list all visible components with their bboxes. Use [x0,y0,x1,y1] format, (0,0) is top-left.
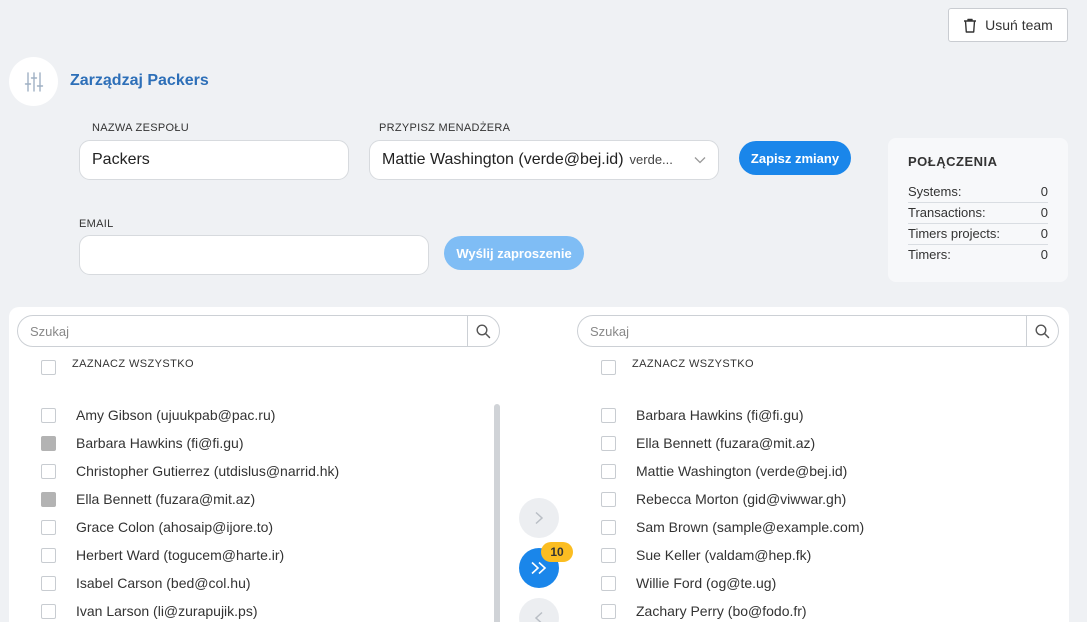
item-label: Mattie Washington (verde@bej.id) [636,463,848,479]
list-item[interactable]: Willie Ford (og@te.ug) [601,573,776,593]
right-search-button[interactable] [1026,316,1058,346]
item-label: Rebecca Morton (gid@viwwar.gh) [636,491,847,507]
connection-row-timers: Timers: 0 [908,247,1048,262]
item-label: Christopher Gutierrez (utdislus@narrid.h… [76,463,340,479]
delete-team-button[interactable]: Usuń team [948,8,1068,42]
item-label: Barbara Hawkins (fi@fi.gu) [76,435,244,451]
list-item[interactable]: Zachary Perry (bo@fodo.fr) [601,601,807,621]
item-checkbox[interactable] [41,491,56,507]
left-search [17,315,500,347]
manager-selected-subtext: verde... [629,152,673,167]
item-checkbox[interactable] [601,407,616,423]
team-settings-icon [9,57,58,106]
list-item[interactable]: Ella Bennett (fuzara@mit.az) [601,433,815,453]
manager-label: PRZYPISZ MENADŻERA [379,122,511,134]
item-checkbox[interactable] [41,547,56,563]
item-checkbox[interactable] [601,547,616,563]
move-all-count-badge: 10 [541,542,573,562]
chevron-left-icon [534,611,543,622]
list-item[interactable]: Sam Brown (sample@example.com) [601,517,864,537]
search-icon [476,323,491,338]
item-label: Amy Gibson (ujuukpab@pac.ru) [76,407,276,423]
list-item[interactable]: Barbara Hawkins (fi@fi.gu) [41,433,244,453]
item-label: Barbara Hawkins (fi@fi.gu) [636,407,804,423]
item-label: Isabel Carson (bed@col.hu) [76,575,251,591]
item-checkbox[interactable] [601,603,616,619]
chevron-down-icon [694,157,706,164]
move-selected-right-button[interactable] [519,498,559,538]
item-label: Ella Bennett (fuzara@mit.az) [76,491,256,507]
connection-row-transactions: Transactions: 0 [908,203,1048,224]
item-checkbox[interactable] [601,519,616,535]
right-search [577,315,1059,347]
email-label: EMAIL [79,218,114,230]
item-label: Willie Ford (og@te.ug) [636,575,777,591]
list-item[interactable]: Ivan Larson (li@zurapujik.ps) [41,601,258,621]
list-item[interactable]: Grace Colon (ahosaip@ijore.to) [41,517,273,537]
connection-row-timers-projects: Timers projects: 0 [908,224,1048,245]
item-checkbox[interactable] [41,603,56,619]
item-checkbox[interactable] [601,491,616,507]
right-select-all-checkbox[interactable] [601,360,616,375]
manager-select[interactable]: Mattie Washington (verde@bej.id) verde..… [369,140,719,180]
list-item[interactable]: Mattie Washington (verde@bej.id) [601,461,847,481]
team-name-label: NAZWA ZESPOŁU [92,122,190,134]
list-item[interactable]: Amy Gibson (ujuukpab@pac.ru) [41,405,275,425]
connection-row-systems: Systems: 0 [908,182,1048,203]
team-name-input[interactable] [79,140,349,180]
delete-team-label: Usuń team [985,17,1053,33]
page-title: Zarządzaj Packers [70,72,209,89]
item-label: Ivan Larson (li@zurapujik.ps) [76,603,258,619]
list-item[interactable]: Christopher Gutierrez (utdislus@narrid.h… [41,461,339,481]
list-item[interactable]: Barbara Hawkins (fi@fi.gu) [601,405,804,425]
item-checkbox[interactable] [41,519,56,535]
save-changes-button[interactable]: Zapisz zmiany [739,141,851,175]
left-search-input[interactable] [18,323,467,339]
list-item[interactable]: Sue Keller (valdam@hep.fk) [601,545,811,565]
list-item[interactable]: Herbert Ward (togucem@harte.ir) [41,545,284,565]
left-select-all-checkbox[interactable] [41,360,56,375]
item-label: Zachary Perry (bo@fodo.fr) [636,603,807,619]
search-icon [1035,323,1050,338]
item-label: Sam Brown (sample@example.com) [636,519,865,535]
item-label: Sue Keller (valdam@hep.fk) [636,547,812,563]
double-chevron-right-icon [531,561,547,575]
list-item[interactable]: Rebecca Morton (gid@viwwar.gh) [601,489,846,509]
item-checkbox[interactable] [41,575,56,591]
right-search-input[interactable] [578,323,1026,339]
left-search-button[interactable] [467,316,499,346]
chevron-right-icon [535,511,544,525]
connections-title: POŁĄCZENIA [908,154,998,169]
item-checkbox[interactable] [41,407,56,423]
connections-panel: POŁĄCZENIA Systems: 0 Transactions: 0 Ti… [888,138,1068,282]
item-label: Ella Bennett (fuzara@mit.az) [636,435,816,451]
list-item[interactable]: Isabel Carson (bed@col.hu) [41,573,251,593]
list-item[interactable]: Ella Bennett (fuzara@mit.az) [41,489,255,509]
item-label: Herbert Ward (togucem@harte.ir) [76,547,285,563]
item-checkbox[interactable] [601,463,616,479]
item-checkbox[interactable] [601,435,616,451]
item-checkbox[interactable] [41,463,56,479]
email-input[interactable] [79,235,429,275]
manager-selected-value: Mattie Washington (verde@bej.id) [382,151,624,168]
left-list-scrollbar[interactable] [494,404,500,622]
trash-icon [964,18,977,33]
right-select-all-label: ZAZNACZ WSZYSTKO [632,358,754,370]
send-invite-button[interactable]: Wyślij zaproszenie [444,236,584,270]
item-checkbox[interactable] [41,435,56,451]
item-label: Grace Colon (ahosaip@ijore.to) [76,519,274,535]
item-checkbox[interactable] [601,575,616,591]
left-select-all-label: ZAZNACZ WSZYSTKO [72,358,194,370]
